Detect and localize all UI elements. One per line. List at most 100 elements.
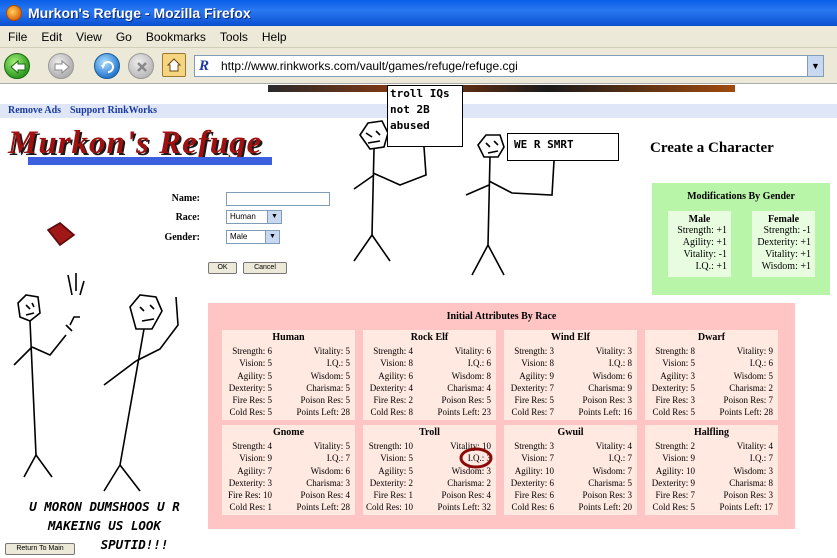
female-mod: Strength: -1: [763, 225, 812, 236]
race-stat: Agility: 6: [378, 370, 413, 381]
race-select[interactable]: Human ▼: [226, 210, 282, 224]
stop-icon: [137, 62, 147, 72]
race-stat-row: Dexterity: 4 Charisma: 4: [363, 382, 496, 394]
race-stat: Vitality: 5: [313, 441, 350, 451]
race-stat: Charisma: 4: [447, 382, 491, 393]
race-stat: Vision: 8: [380, 358, 413, 369]
race-stat: Points Left: 23: [437, 407, 492, 418]
back-button[interactable]: [4, 53, 30, 79]
race-stat-row: Vision: 9 I.Q.: 7: [222, 452, 355, 464]
race-stat-row: Dexterity: 9 Charisma: 8: [645, 477, 778, 489]
race-stat: Vision: 5: [662, 358, 695, 369]
support-link[interactable]: Support RinkWorks: [70, 105, 157, 116]
remove-ads-link[interactable]: Remove Ads: [8, 105, 61, 116]
race-stat: Points Left: 28: [296, 502, 351, 513]
race-card: Troll Strength: 10 Vitality: 10 Vision: 5 I.…: [363, 425, 496, 515]
gender-select[interactable]: Male ▼: [226, 230, 280, 244]
race-stat-row: Dexterity: 5 Charisma: 2: [645, 382, 778, 394]
race-stat-row: Fire Res: 3 Poison Res: 7: [645, 394, 778, 406]
race-stat: I.Q.: 7: [326, 453, 350, 464]
race-stat: Poison Res: 5: [300, 395, 350, 406]
race-stat: Agility: 5: [378, 465, 413, 476]
race-stat: Strength: 3: [514, 441, 554, 451]
nav-toolbar: R http://www.rinkworks.com/vault/games/r…: [0, 48, 837, 84]
race-stat: Dexterity: 3: [228, 477, 272, 488]
race-stat-row: Cold Res: 5 Points Left: 28: [222, 406, 355, 418]
race-stat: Dexterity: 4: [369, 382, 413, 393]
url-bar[interactable]: R http://www.rinkworks.com/vault/games/r…: [194, 55, 824, 77]
race-name: Rock Elf: [410, 332, 449, 343]
menu-tools[interactable]: Tools: [214, 30, 254, 44]
menu-edit[interactable]: Edit: [35, 30, 68, 44]
race-card: Wind Elf Strength: 3 Vitality: 3 Vision: 8 I…: [504, 330, 637, 420]
race-stat-row: Strength: 4 Vitality: 6: [363, 345, 496, 357]
menu-help[interactable]: Help: [256, 30, 293, 44]
race-stat: Strength: 8: [655, 346, 695, 356]
menu-view[interactable]: View: [70, 30, 108, 44]
race-stat: Wisdom: 6: [310, 465, 350, 476]
gender-dropdown-icon: ▼: [265, 231, 279, 243]
race-stat-row: Fire Res: 1 Poison Res: 4: [363, 489, 496, 501]
race-stat: Points Left: 28: [719, 407, 774, 418]
race-stat-row: Strength: 2 Vitality: 4: [645, 440, 778, 452]
race-stat: Agility: 3: [660, 370, 695, 381]
race-stat-row: Cold Res: 10 Points Left: 32: [363, 501, 496, 513]
race-stat: Charisma: 5: [588, 477, 632, 488]
race-stat: Agility: 7: [237, 465, 272, 476]
race-stat-row: Strength: 8 Vitality: 9: [645, 345, 778, 357]
return-to-main-button[interactable]: Return To Main: [5, 543, 75, 555]
race-stat: I.Q.: 7: [749, 453, 773, 464]
race-stat: Vitality: 5: [313, 346, 350, 356]
race-stat: Vitality: 4: [595, 441, 632, 451]
race-stat: Fire Res: 7: [655, 490, 696, 501]
race-stat: Fire Res: 5: [514, 395, 555, 406]
ad-banner[interactable]: [268, 85, 735, 92]
race-stat-row: Cold Res: 5 Points Left: 17: [645, 501, 778, 513]
menu-go[interactable]: Go: [110, 30, 138, 44]
race-stat-row: Vision: 9 I.Q.: 7: [645, 452, 778, 464]
menu-bookmarks[interactable]: Bookmarks: [140, 30, 212, 44]
race-name: Dwarf: [697, 332, 726, 343]
race-stat: Fire Res: 10: [228, 490, 272, 501]
race-stat-row: Vision: 8 I.Q.: 6: [363, 357, 496, 369]
race-stat: Agility: 10: [514, 465, 554, 476]
ok-button[interactable]: OK: [208, 262, 237, 274]
female-heading: Female: [767, 214, 800, 225]
race-stat: Points Left: 32: [437, 502, 492, 513]
name-label: Name:: [171, 193, 200, 204]
troll-sign-line: abused: [390, 119, 430, 132]
race-stat: Poison Res: 3: [582, 395, 632, 406]
race-stat: Points Left: 16: [578, 407, 633, 418]
stop-button[interactable]: [128, 53, 154, 79]
race-stat: Poison Res: 5: [441, 395, 491, 406]
race-stat: Fire Res: 3: [655, 395, 696, 406]
smart-sign-text: WE R SMRT: [514, 138, 574, 151]
race-stat: Agility: 9: [519, 370, 554, 381]
race-stat-row: Agility: 9 Wisdom: 6: [504, 370, 637, 382]
firefox-icon: [6, 5, 22, 21]
race-stat-row: Cold Res: 7 Points Left: 16: [504, 406, 637, 418]
race-stat-row: Agility: 10 Wisdom: 7: [504, 465, 637, 477]
race-stat: Dexterity: 5: [228, 382, 272, 393]
gender-select-value: Male: [230, 232, 248, 241]
menu-file[interactable]: File: [2, 30, 33, 44]
race-stat-row: Cold Res: 8 Points Left: 23: [363, 406, 496, 418]
race-stat: I.Q.: 8: [608, 358, 632, 369]
race-name: Halfling: [693, 427, 729, 438]
cancel-button[interactable]: Cancel: [243, 262, 287, 274]
race-stat: Dexterity: 9: [651, 477, 695, 488]
race-stat: Dexterity: 2: [369, 477, 413, 488]
race-stat: I.Q.: 6: [467, 358, 491, 369]
forward-button[interactable]: [48, 53, 74, 79]
smart-sign: WE R SMRT: [507, 133, 619, 161]
female-mod: Dexterity: +1: [757, 237, 811, 248]
race-stat: Dexterity: 7: [510, 382, 554, 393]
home-button[interactable]: [162, 53, 186, 77]
url-dropdown-icon[interactable]: ▼: [807, 56, 823, 76]
race-card: Gnome Strength: 4 Vitality: 5 Vision: 9 I.Q.…: [222, 425, 355, 515]
race-stat: Vitality: 4: [736, 441, 773, 451]
race-stat: Wisdom: 8: [451, 370, 491, 381]
caption-line: U MORON DUMSHOOS U R: [29, 499, 180, 514]
name-input[interactable]: [226, 192, 330, 206]
reload-button[interactable]: [94, 53, 120, 79]
